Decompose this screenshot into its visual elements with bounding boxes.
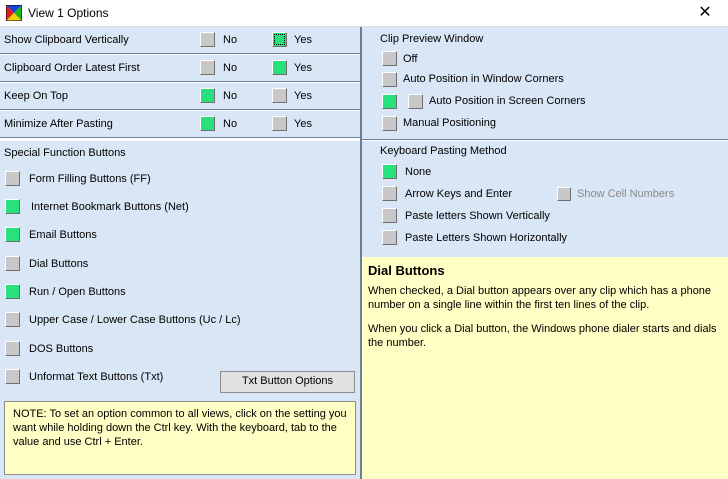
keyboard-vertical-checkbox[interactable] xyxy=(382,208,397,223)
clip-preview-screen-corners-sub-checkbox[interactable] xyxy=(408,94,423,109)
special-function-checkbox[interactable] xyxy=(5,171,20,186)
option-no-label: No xyxy=(223,90,238,102)
option-row: Show Clipboard Vertically No Yes xyxy=(0,27,360,54)
clip-preview-panel: Clip Preview Window Off Auto Position in… xyxy=(362,27,728,140)
option-yes-checkbox[interactable] xyxy=(272,88,287,103)
option-no-label: No xyxy=(223,62,238,74)
special-function-label: DOS Buttons xyxy=(29,343,94,355)
option-row: Keep On Top No Yes xyxy=(0,83,360,110)
window-title: View 1 Options xyxy=(28,6,109,20)
keyboard-none-checkbox[interactable] xyxy=(382,164,397,179)
clip-preview-title: Clip Preview Window xyxy=(380,33,483,45)
special-function-label: Run / Open Buttons xyxy=(29,286,126,298)
help-paragraph-2: When you click a Dial button, the Window… xyxy=(368,323,717,349)
keyboard-horizontal-label: Paste Letters Shown Horizontally xyxy=(405,232,568,244)
help-title: Dial Buttons xyxy=(368,263,445,278)
help-panel: Dial Buttons When checked, a Dial button… xyxy=(362,257,728,479)
option-row-label: Show Clipboard Vertically xyxy=(4,34,129,46)
special-function-panel: Special Function Buttons Form Filling Bu… xyxy=(0,141,360,479)
option-yes-label: Yes xyxy=(294,90,312,102)
special-function-label: Email Buttons xyxy=(29,229,97,241)
clip-preview-window-corners-checkbox[interactable] xyxy=(382,72,397,87)
app-icon xyxy=(6,5,22,21)
option-no-checkbox[interactable] xyxy=(200,116,215,131)
help-paragraph-1: When checked, a Dial button appears over… xyxy=(368,285,712,311)
special-function-checkbox[interactable] xyxy=(5,312,20,327)
option-no-checkbox[interactable] xyxy=(200,88,215,103)
option-yes-checkbox[interactable] xyxy=(272,116,287,131)
option-row: Minimize After Pasting No Yes xyxy=(0,111,360,138)
show-cell-numbers-label: Show Cell Numbers xyxy=(577,188,675,200)
option-yes-label: Yes xyxy=(294,118,312,130)
show-cell-numbers-checkbox[interactable] xyxy=(557,187,571,201)
option-yes-checkbox[interactable] xyxy=(272,60,287,75)
special-function-checkbox[interactable] xyxy=(5,256,20,271)
special-function-checkbox[interactable] xyxy=(5,284,20,299)
clip-preview-off-checkbox[interactable] xyxy=(382,51,397,66)
note-box: NOTE: To set an option common to all vie… xyxy=(4,401,356,475)
option-row: Clipboard Order Latest First No Yes xyxy=(0,55,360,82)
option-row-label: Minimize After Pasting xyxy=(4,118,113,130)
special-function-label: Upper Case / Lower Case Buttons (Uc / Lc… xyxy=(29,314,241,326)
keyboard-arrow-keys-label: Arrow Keys and Enter xyxy=(405,188,512,200)
option-yes-label: Yes xyxy=(294,62,312,74)
option-row-label: Keep On Top xyxy=(4,90,69,102)
clip-preview-window-corners-label: Auto Position in Window Corners xyxy=(403,73,564,85)
option-no-label: No xyxy=(223,34,238,46)
clip-preview-title-text: Clip Preview Window xyxy=(380,33,484,45)
keyboard-vertical-label: Paste letters Shown Vertically xyxy=(405,210,550,222)
option-no-checkbox[interactable] xyxy=(200,32,215,47)
special-function-checkbox[interactable] xyxy=(5,227,20,242)
option-yes-checkbox[interactable] xyxy=(272,32,287,47)
special-function-checkbox[interactable] xyxy=(5,199,20,214)
option-no-checkbox[interactable] xyxy=(200,60,215,75)
special-function-title: Special Function Buttons xyxy=(4,147,126,159)
options-client: Show Clipboard Vertically No Yes Clipboard … xyxy=(0,27,728,479)
special-function-label: Dial Buttons xyxy=(29,258,89,270)
keyboard-arrow-keys-checkbox[interactable] xyxy=(382,186,397,201)
clip-preview-screen-corners-checkbox[interactable] xyxy=(382,94,397,109)
option-yes-label: Yes xyxy=(294,34,312,46)
special-function-label: Form Filling Buttons (FF) xyxy=(29,173,151,185)
special-function-checkbox[interactable] xyxy=(5,369,20,384)
keyboard-pasting-title: Keyboard Pasting Method xyxy=(380,145,507,157)
clip-preview-manual-checkbox[interactable] xyxy=(382,116,397,131)
close-button[interactable]: ✕ xyxy=(682,0,728,27)
txt-button-options-button[interactable]: Txt Button Options xyxy=(220,371,355,393)
special-function-label: Unformat Text Buttons (Txt) xyxy=(29,371,164,383)
option-row-label: Clipboard Order Latest First xyxy=(4,62,140,74)
keyboard-none-label: None xyxy=(405,166,432,178)
clip-preview-manual-label: Manual Positioning xyxy=(403,117,496,129)
special-function-label: Internet Bookmark Buttons (Net) xyxy=(31,201,189,213)
special-function-checkbox[interactable] xyxy=(5,341,20,356)
title-bar: View 1 Options ✕ xyxy=(0,0,728,27)
option-no-label: No xyxy=(223,118,238,130)
clip-preview-screen-corners-label: Auto Position in Screen Corners xyxy=(429,95,586,107)
clip-preview-off-label: Off xyxy=(403,53,418,65)
keyboard-horizontal-checkbox[interactable] xyxy=(382,230,397,245)
